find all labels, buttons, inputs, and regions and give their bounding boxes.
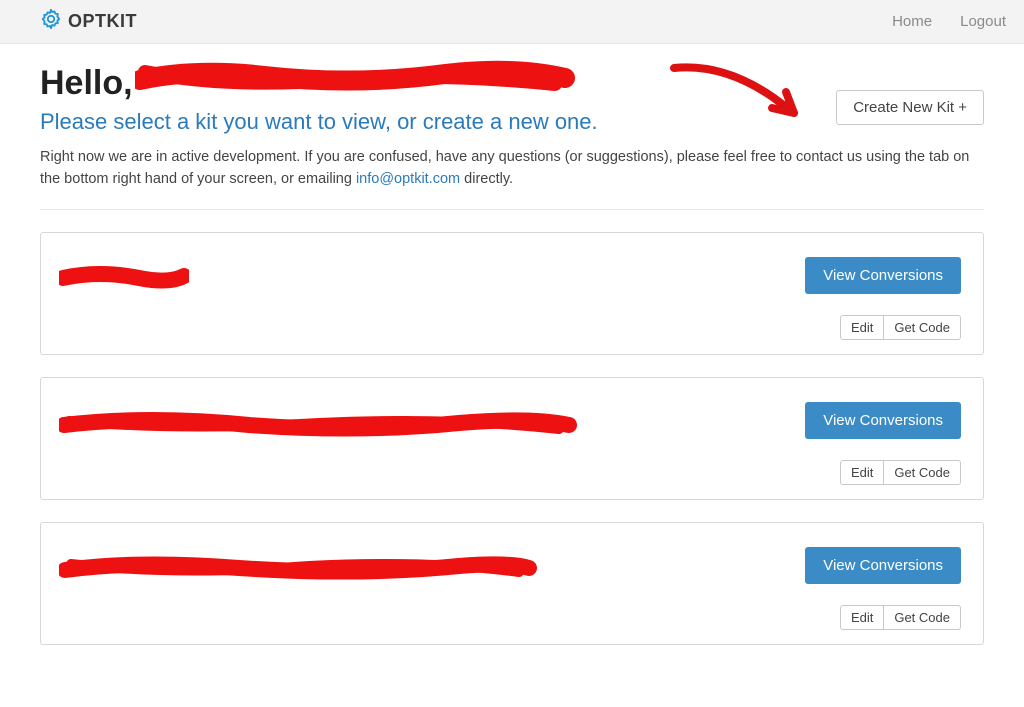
topbar: OPTKIT Home Logout [0,0,1024,44]
get-code-button[interactable]: Get Code [883,460,961,485]
kit-card: View Conversions Edit Get Code [40,377,984,500]
get-code-button[interactable]: Get Code [883,315,961,340]
notice-email-link[interactable]: info@optkit.com [356,171,460,187]
edit-button[interactable]: Edit [840,315,883,340]
redaction-kit-1 [59,266,189,290]
kit-actions: Edit Get Code [63,315,961,340]
nav-home[interactable]: Home [892,13,932,30]
nav-logout[interactable]: Logout [960,13,1006,30]
page: Hello, Please select a kit you want to v… [0,44,1024,707]
brand[interactable]: OPTKIT [40,8,137,35]
redaction-kit-3 [59,554,539,582]
create-new-kit-button[interactable]: Create New Kit + [836,90,984,125]
notice-post: directly. [460,171,513,187]
redaction-kit-2 [59,411,579,437]
hello-text: Hello, [40,64,133,102]
kit-card: View Conversions Edit Get Code [40,522,984,645]
edit-button[interactable]: Edit [840,605,883,630]
kit-card: View Conversions Edit Get Code [40,232,984,355]
dev-notice: Right now we are in active development. … [40,147,984,191]
header-left: Hello, Please select a kit you want to v… [40,64,816,135]
get-code-button[interactable]: Get Code [883,605,961,630]
gear-icon [40,8,62,35]
kit-actions: Edit Get Code [63,605,961,630]
view-conversions-button[interactable]: View Conversions [805,257,961,294]
divider [40,209,984,210]
view-conversions-button[interactable]: View Conversions [805,547,961,584]
redaction-hello [135,58,575,98]
page-subtitle: Please select a kit you want to view, or… [40,109,816,135]
page-title: Hello, [40,64,816,103]
brand-name: OPTKIT [68,11,137,32]
view-conversions-button[interactable]: View Conversions [805,402,961,439]
header-row: Hello, Please select a kit you want to v… [40,64,984,135]
edit-button[interactable]: Edit [840,460,883,485]
kit-actions: Edit Get Code [63,460,961,485]
